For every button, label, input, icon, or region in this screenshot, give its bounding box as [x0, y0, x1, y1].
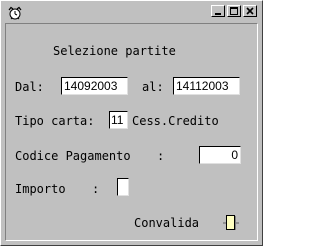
- minimize-icon: [215, 13, 221, 15]
- tipo-carta-input[interactable]: 11: [109, 111, 128, 129]
- minimize-button[interactable]: [211, 5, 225, 17]
- close-icon: [246, 7, 254, 15]
- importo-label: Importo: [15, 182, 66, 196]
- codice-pagamento-input[interactable]: 0: [199, 146, 241, 164]
- dialog-window: Selezione partite Dal: 14092003 al: 1411…: [0, 0, 263, 246]
- page-title: Selezione partite: [53, 44, 176, 58]
- tipo-carta-description: Cess.Credito: [132, 114, 219, 128]
- alarm-clock-icon: [7, 5, 23, 20]
- importo-input[interactable]: [117, 178, 129, 196]
- toggle-handle-icon: [223, 215, 239, 230]
- dal-label: Dal:: [15, 80, 44, 94]
- convalida-toggle[interactable]: [223, 214, 239, 232]
- codice-pagamento-colon: :: [157, 149, 165, 163]
- al-date-input[interactable]: 14112003: [173, 77, 240, 95]
- importo-colon: :: [92, 182, 100, 196]
- dal-date-input[interactable]: 14092003: [61, 77, 128, 95]
- title-bar[interactable]: [3, 3, 260, 21]
- al-label: al:: [142, 80, 164, 94]
- maximize-icon: [230, 7, 238, 15]
- close-button[interactable]: [243, 5, 257, 17]
- codice-pagamento-label: Codice Pagamento: [15, 149, 131, 163]
- maximize-button[interactable]: [227, 5, 241, 17]
- convalida-label: Convalida: [134, 216, 200, 230]
- tipo-carta-label: Tipo carta:: [15, 114, 95, 128]
